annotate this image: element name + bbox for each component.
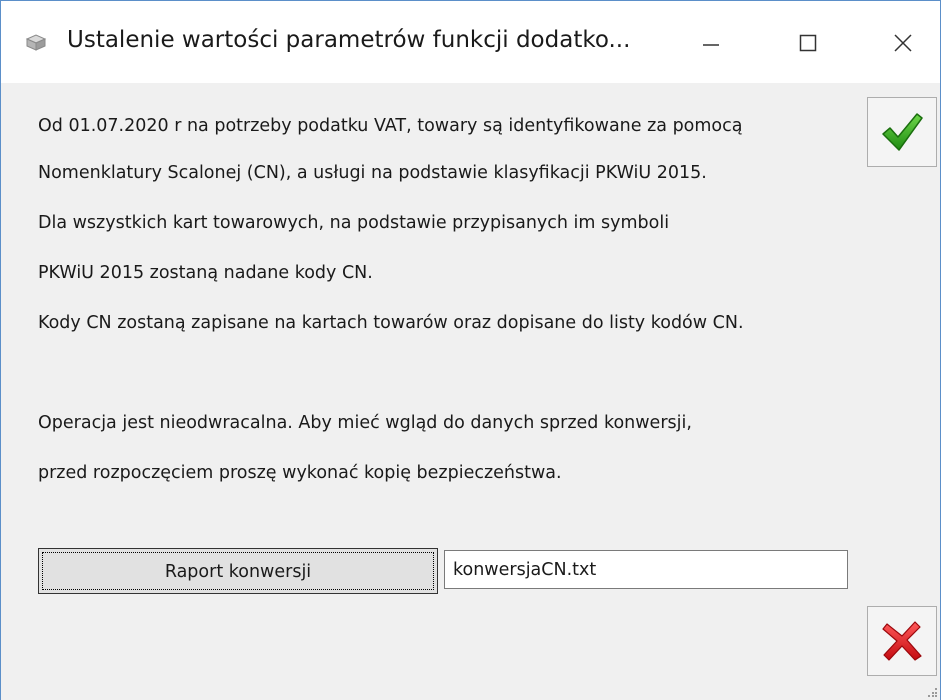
- report-button-label: Raport konwersji: [164, 562, 312, 582]
- message-line: PKWiU 2015 zostaną nadane kody CN.: [38, 263, 373, 283]
- close-button[interactable]: [883, 23, 923, 63]
- maximize-button[interactable]: [788, 23, 828, 63]
- warning-line: przed rozpoczęciem proszę wykonać kopię …: [38, 463, 562, 483]
- green-checkmark-icon: [882, 113, 923, 151]
- minimize-button[interactable]: [691, 23, 731, 63]
- red-x-icon: [882, 621, 922, 661]
- report-button[interactable]: Raport konwersji: [38, 548, 438, 594]
- message-line: Kody CN zostaną zapisane na kartach towa…: [38, 313, 744, 333]
- window-title: Ustalenie wartości parametrów funkcji do…: [67, 27, 631, 53]
- message-line: Od 01.07.2020 r na potrzeby podatku VAT,…: [38, 116, 743, 136]
- ok-button[interactable]: [867, 97, 937, 167]
- resize-grip-icon[interactable]: [928, 688, 938, 698]
- report-filename-input[interactable]: [444, 550, 848, 589]
- maximize-icon: [799, 34, 817, 52]
- app-box-icon: [25, 34, 47, 51]
- cancel-button[interactable]: [867, 606, 937, 676]
- message-line: Dla wszystkich kart towarowych, na podst…: [38, 213, 670, 233]
- minimize-icon: [703, 44, 719, 46]
- title-bar[interactable]: Ustalenie wartości parametrów funkcji do…: [1, 1, 940, 83]
- message-line: Nomenklatury Scalonej (CN), a usługi na …: [38, 163, 707, 183]
- warning-line: Operacja jest nieodwracalna. Aby mieć wg…: [38, 413, 692, 433]
- dialog-window: Ustalenie wartości parametrów funkcji do…: [0, 0, 941, 700]
- close-icon: [894, 34, 912, 52]
